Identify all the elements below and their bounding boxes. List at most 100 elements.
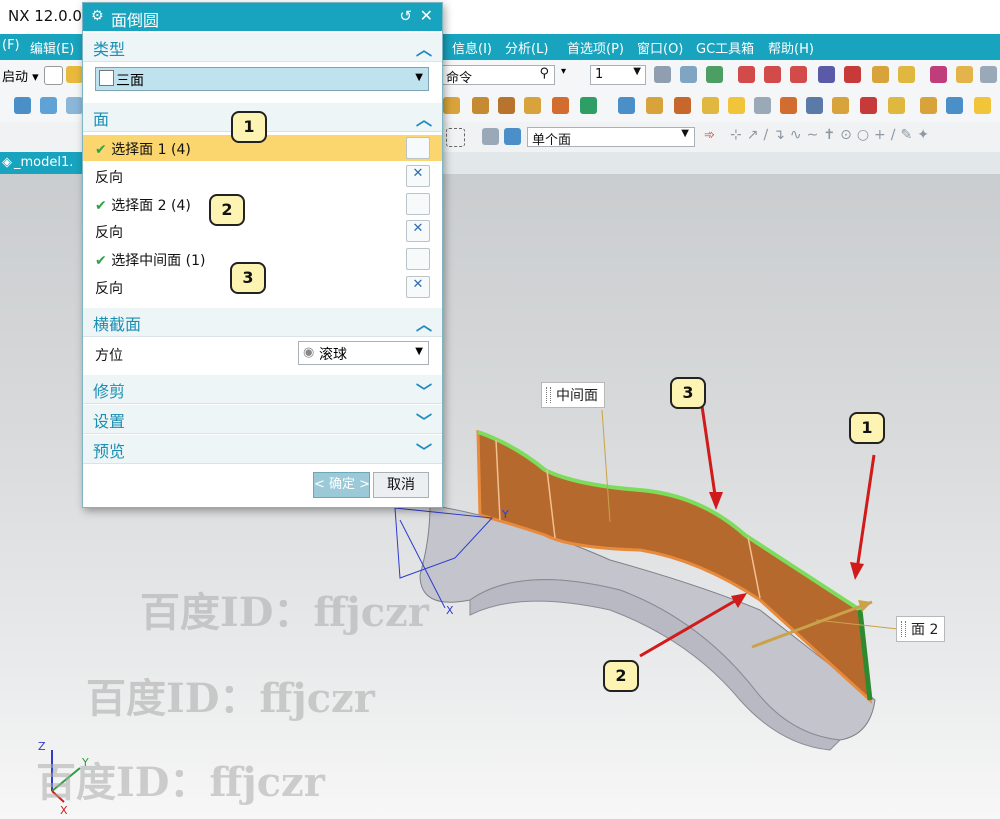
tab-model1[interactable]: ◈ _model1.: [0, 152, 90, 174]
section-trim[interactable]: 修剪 ﹀: [83, 375, 442, 404]
reset-icon[interactable]: ↺: [399, 7, 412, 25]
arrow-1-head: [850, 562, 864, 580]
layer-select[interactable]: 1 ▼: [590, 65, 646, 85]
face2-label: 面 2: [896, 616, 946, 642]
face-blend-icon[interactable]: [728, 97, 745, 114]
measure-icon[interactable]: [898, 66, 915, 83]
reverse-direction-icon[interactable]: ✕: [406, 165, 430, 187]
shading-icon[interactable]: [956, 66, 973, 83]
pattern-icon[interactable]: [524, 97, 541, 114]
edge-blend-icon[interactable]: [674, 97, 691, 114]
csys-icon[interactable]: [844, 66, 861, 83]
boolean-icon[interactable]: [552, 97, 569, 114]
section-type[interactable]: 类型 ︿: [83, 33, 442, 62]
type-select[interactable]: 三面 ▼: [95, 67, 429, 91]
collapse-chevron-icon[interactable]: ︿: [416, 106, 432, 130]
collapse-chevron-icon[interactable]: ︿: [416, 36, 432, 60]
thicken-icon[interactable]: [974, 97, 991, 114]
move-face-icon[interactable]: [860, 97, 877, 114]
close-icon[interactable]: ✕: [420, 6, 433, 25]
shell-icon[interactable]: [646, 97, 663, 114]
sweep-icon[interactable]: [618, 97, 635, 114]
section-preview[interactable]: 预览 ﹀: [83, 435, 442, 464]
surface-icon[interactable]: [946, 97, 963, 114]
menu-edit[interactable]: 编辑(E): [30, 38, 74, 57]
select-face2-row[interactable]: ✔ 选择面 2 (4): [83, 191, 442, 217]
callout-3-dialog: 3: [230, 262, 266, 294]
datum-icon[interactable]: [580, 97, 597, 114]
expand-chevron-icon[interactable]: ﹀: [416, 378, 432, 402]
menu-gc-toolbox[interactable]: GC工具箱: [696, 38, 754, 57]
curve-icon[interactable]: [920, 97, 937, 114]
section-type-title: 类型: [93, 40, 126, 59]
face-select-icon[interactable]: [406, 137, 430, 159]
split-body-icon[interactable]: [780, 97, 797, 114]
search-icon[interactable]: ⚲: [539, 66, 549, 81]
trim-body-icon[interactable]: [754, 97, 771, 114]
block-icon[interactable]: [14, 97, 31, 114]
menu-window[interactable]: 窗口(O): [637, 38, 683, 57]
orientation-row: 方位 ◉ 滚球 ▼: [83, 341, 442, 367]
start-menu-button[interactable]: 启动 ▾: [2, 66, 39, 85]
collapse-chevron-icon[interactable]: ︿: [416, 311, 432, 335]
move-to-layer-icon[interactable]: [706, 66, 723, 83]
select-face2-label: 选择面 2 (4): [111, 198, 191, 214]
command-search-input[interactable]: 命令 ⚲: [441, 65, 555, 86]
menu-info[interactable]: 信息(I): [452, 38, 492, 57]
new-file-icon[interactable]: [44, 66, 63, 85]
callout-2-dialog: 2: [209, 194, 245, 226]
section-cross-section-title: 横截面: [93, 315, 142, 334]
cone-icon[interactable]: [66, 97, 83, 114]
render-icon[interactable]: [980, 66, 997, 83]
rolling-ball-icon: ◉: [303, 345, 315, 360]
section-settings[interactable]: 设置 ﹀: [83, 405, 442, 434]
section-cross-section[interactable]: 横截面 ︿: [83, 308, 442, 337]
snap-point-icons[interactable]: ⊹↗∕↴∿∼✝⊙○+∕✎✦: [730, 127, 934, 143]
point-snap-icon[interactable]: [738, 66, 755, 83]
filter-icon[interactable]: [482, 128, 499, 145]
part-icon: ◈: [2, 155, 12, 170]
endpoint-snap-icon[interactable]: [764, 66, 781, 83]
reverse-direction-icon[interactable]: ✕: [406, 276, 430, 298]
chamfer-icon[interactable]: [702, 97, 719, 114]
midpoint-snap-icon[interactable]: [790, 66, 807, 83]
section-trim-title: 修剪: [93, 382, 126, 401]
vector-icon[interactable]: [818, 66, 835, 83]
draft-icon[interactable]: [832, 97, 849, 114]
expand-chevron-icon[interactable]: ﹀: [416, 438, 432, 462]
chevron-down-icon: ▼: [681, 128, 689, 139]
face-select-icon[interactable]: [406, 193, 430, 215]
datum-label-y: Y: [501, 508, 509, 521]
menu-analysis[interactable]: 分析(L): [505, 38, 548, 57]
ok-button[interactable]: < 确定 >: [313, 472, 370, 498]
layer-settings-icon[interactable]: [654, 66, 671, 83]
select-region-icon[interactable]: [446, 128, 465, 147]
menu-file[interactable]: (F): [2, 38, 20, 53]
checkmark-icon: ✔: [95, 142, 107, 158]
sync-modeling-icon[interactable]: [888, 97, 905, 114]
offset-face-icon[interactable]: [806, 97, 823, 114]
body-filter-icon[interactable]: [504, 128, 521, 145]
reverse-direction-icon[interactable]: ✕: [406, 220, 430, 242]
search-dropdown-icon[interactable]: ▾: [561, 66, 566, 77]
view-orient-icon[interactable]: [930, 66, 947, 83]
extrude-icon[interactable]: [443, 97, 460, 114]
wcs-icon[interactable]: [872, 66, 889, 83]
cylinder-icon[interactable]: [40, 97, 57, 114]
expand-chevron-icon[interactable]: ﹀: [416, 408, 432, 432]
dialog-title-bar[interactable]: ⚙ 面倒圆 ↺ ✕: [83, 3, 442, 31]
view-layer-icon[interactable]: [680, 66, 697, 83]
snap-arrow-icon[interactable]: ➾: [704, 128, 715, 143]
menu-help[interactable]: 帮助(H): [768, 38, 814, 57]
menu-preferences[interactable]: 首选项(P): [567, 38, 624, 57]
selection-filter-select[interactable]: 单个面 ▼: [527, 127, 695, 148]
hole-icon[interactable]: [498, 97, 515, 114]
cancel-button[interactable]: 取消: [373, 472, 429, 498]
open-folder-icon[interactable]: [66, 66, 83, 83]
callout-1: 1: [849, 412, 885, 444]
orientation-label: 方位: [95, 348, 123, 364]
orientation-select[interactable]: ◉ 滚球 ▼: [298, 341, 429, 365]
checkmark-icon: ✔: [95, 198, 107, 214]
middle-face-select-icon[interactable]: [406, 248, 430, 270]
revolve-icon[interactable]: [472, 97, 489, 114]
